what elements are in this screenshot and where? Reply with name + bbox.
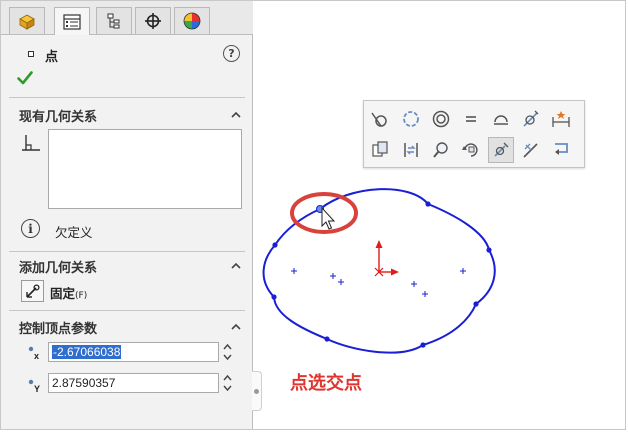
symmetric-relation-icon: [552, 111, 570, 127]
feature-tree-icon: [19, 14, 35, 30]
collapse-existing-relations-icon[interactable]: [231, 110, 241, 120]
section-divider: [9, 97, 245, 98]
ok-button[interactable]: [17, 71, 33, 88]
tangent-relation-icon: [371, 112, 387, 127]
x-coordinate-icon: x: [28, 346, 39, 361]
tangent-relation-button[interactable]: [367, 106, 393, 132]
zoom-to-selection-icon: [433, 142, 448, 158]
point-icon: [28, 51, 34, 57]
relation-icon: [22, 135, 40, 151]
display-manager-icon: [183, 12, 201, 30]
pierce-relation-button[interactable]: [518, 137, 544, 163]
graphics-area[interactable]: [254, 1, 626, 430]
add-relations-title: 添加几何关系: [19, 261, 98, 276]
concentric-relation-button[interactable]: [428, 106, 454, 132]
configuration-icon: [107, 13, 120, 29]
convert-entities-icon: [555, 143, 568, 155]
copy-entities-icon: [372, 141, 388, 157]
tab-configuration-manager[interactable]: [96, 7, 132, 34]
tab-dimxpert-manager[interactable]: [135, 7, 171, 34]
concentric-relation-icon: [432, 110, 450, 128]
collapse-parameters-icon[interactable]: [231, 322, 241, 332]
panel-header: 点 ?: [1, 39, 253, 69]
property-list-icon: [63, 13, 81, 30]
fix-point-icon: [494, 142, 509, 157]
property-manager-panel: 点 ? 现有几何关系 i 欠定义 添加几何关系 固定(F) 控制顶点参数 x -…: [1, 1, 253, 429]
rotate-view-icon: [462, 143, 478, 157]
move-entities-icon: [404, 143, 418, 157]
coradial-relation-button[interactable]: [398, 106, 424, 132]
x-coordinate-value: -2.67066038: [52, 345, 122, 359]
help-button[interactable]: ?: [223, 45, 240, 62]
equal-relation-button[interactable]: [458, 106, 484, 132]
merge-relation-button[interactable]: [488, 106, 514, 132]
svg-text:x: x: [34, 351, 39, 361]
coincident-relation-icon: [523, 110, 539, 127]
pierce-relation-icon: [523, 143, 538, 158]
tab-display-manager[interactable]: [174, 7, 210, 34]
panel-title: 点: [45, 50, 59, 65]
coradial-relation-icon: [403, 111, 419, 127]
symmetric-relation-button[interactable]: [548, 106, 574, 132]
copy-entities-button[interactable]: [367, 137, 393, 163]
merge-relation-icon: [494, 115, 508, 125]
collapse-add-relations-icon[interactable]: [231, 261, 241, 271]
move-entities-button[interactable]: [398, 137, 424, 163]
context-toolbar: [363, 100, 585, 168]
fix-anchor-icon: [26, 283, 40, 298]
coincident-relation-button[interactable]: [518, 106, 544, 132]
y-coordinate-input[interactable]: 2.87590357: [48, 373, 219, 393]
existing-relations-list[interactable]: [48, 129, 242, 209]
manager-tab-bar: [1, 1, 253, 35]
tab-property-manager[interactable]: [54, 7, 90, 35]
section-divider: [9, 251, 245, 252]
y-coordinate-icon: Y: [28, 379, 40, 394]
status-text: 欠定义: [55, 225, 93, 240]
x-coordinate-input[interactable]: -2.67066038: [48, 342, 219, 362]
origin-icon: [374, 240, 399, 277]
section-divider: [9, 310, 245, 311]
mouse-pointer-icon: [321, 206, 336, 230]
zoom-to-selection-button[interactable]: [428, 137, 454, 163]
info-icon: i: [21, 219, 40, 238]
existing-relations-title: 现有几何关系: [19, 110, 98, 125]
x-spinner-icon[interactable]: [222, 341, 233, 363]
fix-relation-button[interactable]: [21, 280, 44, 302]
tab-feature-manager[interactable]: [9, 7, 45, 34]
equal-relation-icon: [466, 116, 476, 122]
dimxpert-crosshair-icon: [145, 13, 161, 29]
fix-point-button[interactable]: [488, 137, 514, 163]
annotation-callout: 点选交点: [290, 373, 362, 394]
fix-relation-label: 固定(F): [50, 286, 88, 301]
check-icon: [17, 71, 33, 85]
parameters-title: 控制顶点参数: [19, 322, 98, 337]
svg-text:Y: Y: [34, 384, 40, 394]
y-spinner-icon[interactable]: [222, 372, 233, 394]
convert-entities-button[interactable]: [548, 137, 574, 163]
rotate-view-button[interactable]: [458, 137, 484, 163]
y-coordinate-value: 2.87590357: [52, 376, 116, 390]
